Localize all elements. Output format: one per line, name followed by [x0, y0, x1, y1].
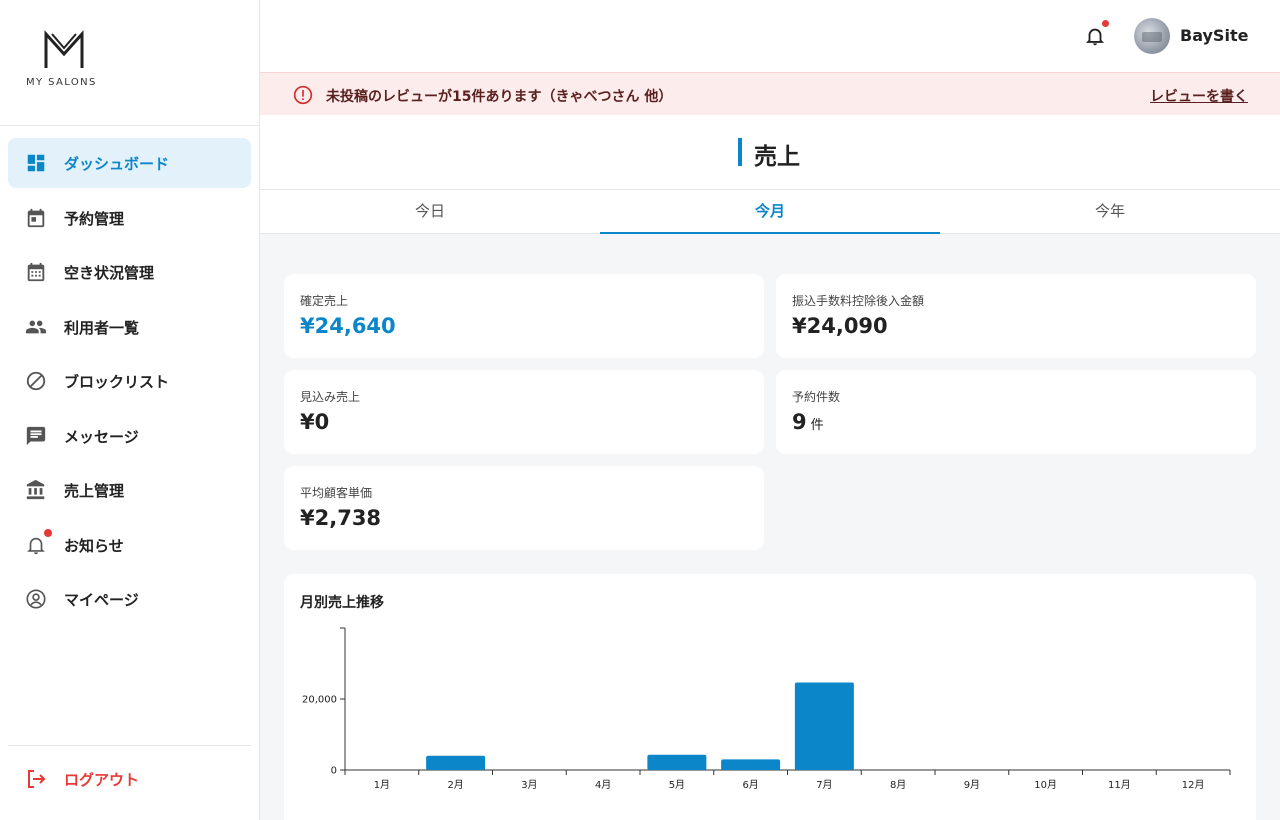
x-tick-label: 12月 [1182, 779, 1205, 791]
stat-label: 確定売上 [300, 294, 349, 308]
tab-this-month[interactable]: 今月 [600, 190, 940, 234]
bell-icon [24, 533, 48, 557]
logo-mark-icon [44, 30, 84, 68]
stat-card-net-after-fee: 振込手数料控除後入金額 ¥24,090 [776, 274, 1256, 358]
y-tick-label: 0 [331, 766, 337, 777]
sidebar-item-availability[interactable]: 空き状況管理 [8, 247, 251, 297]
sidebar-nav: ダッシュボード 予約管理 空き状況管理 利用者一覧 ブロックリスト メッセージ … [8, 138, 251, 629]
logout-divider [8, 745, 251, 746]
chart-bar [647, 754, 707, 770]
period-tabs: 今日 今月 今年 [260, 189, 1280, 234]
stat-label: 見込み売上 [300, 390, 361, 404]
stat-card-confirmed-sales: 確定売上 ¥24,640 [284, 274, 764, 358]
monthly-sales-chart: 0 20,000 1月 2月 3月 4月 5月 6月 7月 8月 9月 10月 11月 12月 [302, 627, 1231, 791]
sidebar-item-label: お知らせ [64, 536, 124, 555]
stat-label: 平均顧客単価 [300, 486, 373, 500]
sidebar-item-label: マイページ [64, 591, 139, 609]
sidebar: MY SALONS ダッシュボード 予約管理 空き状況管理 利用者一覧 ブロック… [0, 0, 260, 820]
sidebar-item-messages[interactable]: メッセージ [8, 411, 251, 461]
sidebar-item-label: 予約管理 [64, 209, 125, 228]
x-tick-label: 11月 [1108, 779, 1131, 791]
sidebar-item-notifications[interactable]: お知らせ [8, 520, 251, 570]
calendar-icon [24, 206, 48, 230]
stat-value-wrap: 9件 [792, 410, 824, 434]
sidebar-item-label: ブロックリスト [64, 373, 170, 391]
notification-dot [1102, 20, 1109, 27]
sidebar-item-mypage[interactable]: マイページ [8, 574, 251, 624]
page-title-bar: 売上 [260, 115, 1280, 189]
x-tick-label: 2月 [447, 779, 463, 791]
sidebar-item-sales[interactable]: 売上管理 [8, 465, 251, 515]
alert-icon [293, 85, 313, 109]
sidebar-item-reservations[interactable]: 予約管理 [8, 193, 251, 243]
dashboard-icon [24, 151, 48, 175]
stat-label: 振込手数料控除後入金額 [792, 294, 925, 308]
avatar[interactable] [1134, 18, 1170, 54]
account-circle-icon [24, 587, 48, 611]
tab-this-year[interactable]: 今年 [940, 190, 1280, 233]
alert-message: 未投稿のレビューが15件あります（きゃべつさん 他） [326, 89, 673, 105]
write-review-link[interactable]: レビューを書く [1150, 86, 1248, 106]
x-tick-label: 6月 [742, 779, 758, 791]
sidebar-item-label: 空き状況管理 [64, 264, 155, 282]
y-tick-label: 20,000 [302, 695, 337, 706]
stat-value: ¥24,640 [300, 314, 396, 338]
username[interactable]: BaySite [1180, 26, 1248, 45]
stat-unit: 件 [810, 418, 824, 433]
x-tick-label: 8月 [890, 779, 906, 791]
stat-card-avg-price: 平均顧客単価 ¥2,738 [284, 466, 764, 550]
stat-label: 予約件数 [792, 390, 841, 404]
stat-card-expected-sales: 見込み売上 ¥0 [284, 370, 764, 454]
title-accent-bar [738, 138, 742, 166]
sidebar-item-dashboard[interactable]: ダッシュボード [8, 138, 251, 188]
monthly-sales-chart-card: 月別売上推移 0 20,000 1月 2月 3月 4月 5月 6月 7月 8月 9月 10月 11月 12… [284, 574, 1256, 820]
sidebar-item-label: ダッシュボード [64, 155, 170, 173]
top-header: BaySite [260, 0, 1280, 72]
chart-bar [721, 759, 781, 770]
notification-bell-icon[interactable] [1084, 24, 1106, 48]
brand-logo[interactable]: MY SALONS [26, 30, 104, 90]
x-tick-label: 4月 [595, 779, 611, 791]
stat-card-reservations: 予約件数 9件 [776, 370, 1256, 454]
logout-label: ログアウト [64, 771, 140, 789]
chart-bar [794, 682, 854, 770]
stat-value: ¥0 [300, 410, 330, 434]
sidebar-item-users[interactable]: 利用者一覧 [8, 302, 251, 352]
page-title: 売上 [754, 144, 800, 170]
x-tick-label: 10月 [1034, 779, 1057, 791]
logout-button[interactable]: ログアウト [8, 754, 251, 804]
stat-value: ¥24,090 [792, 314, 888, 338]
message-icon [24, 424, 48, 448]
x-tick-label: 3月 [521, 779, 537, 791]
sidebar-item-label: 売上管理 [64, 482, 125, 500]
logo-text: MY SALONS [26, 77, 97, 88]
notification-dot [44, 528, 52, 537]
review-alert-banner: 未投稿のレビューが15件あります（きゃべつさん 他） レビューを書く [260, 72, 1280, 115]
bank-icon [24, 478, 48, 502]
block-icon [24, 369, 48, 393]
stat-value: 9 [792, 410, 807, 434]
sidebar-item-label: 利用者一覧 [64, 318, 140, 337]
calendar-grid-icon [24, 260, 48, 284]
sidebar-item-blocklist[interactable]: ブロックリスト [8, 356, 251, 406]
sidebar-item-label: メッセージ [64, 427, 139, 446]
stat-value: ¥2,738 [300, 506, 382, 530]
x-tick-label: 9月 [964, 779, 980, 791]
tab-today[interactable]: 今日 [260, 190, 600, 233]
x-tick-label: 7月 [816, 779, 832, 791]
chart-bar [426, 755, 486, 770]
x-tick-label: 1月 [374, 779, 390, 791]
sidebar-divider [0, 125, 259, 126]
x-tick-label: 5月 [669, 779, 685, 791]
people-icon [24, 315, 48, 339]
logout-icon [24, 767, 48, 795]
